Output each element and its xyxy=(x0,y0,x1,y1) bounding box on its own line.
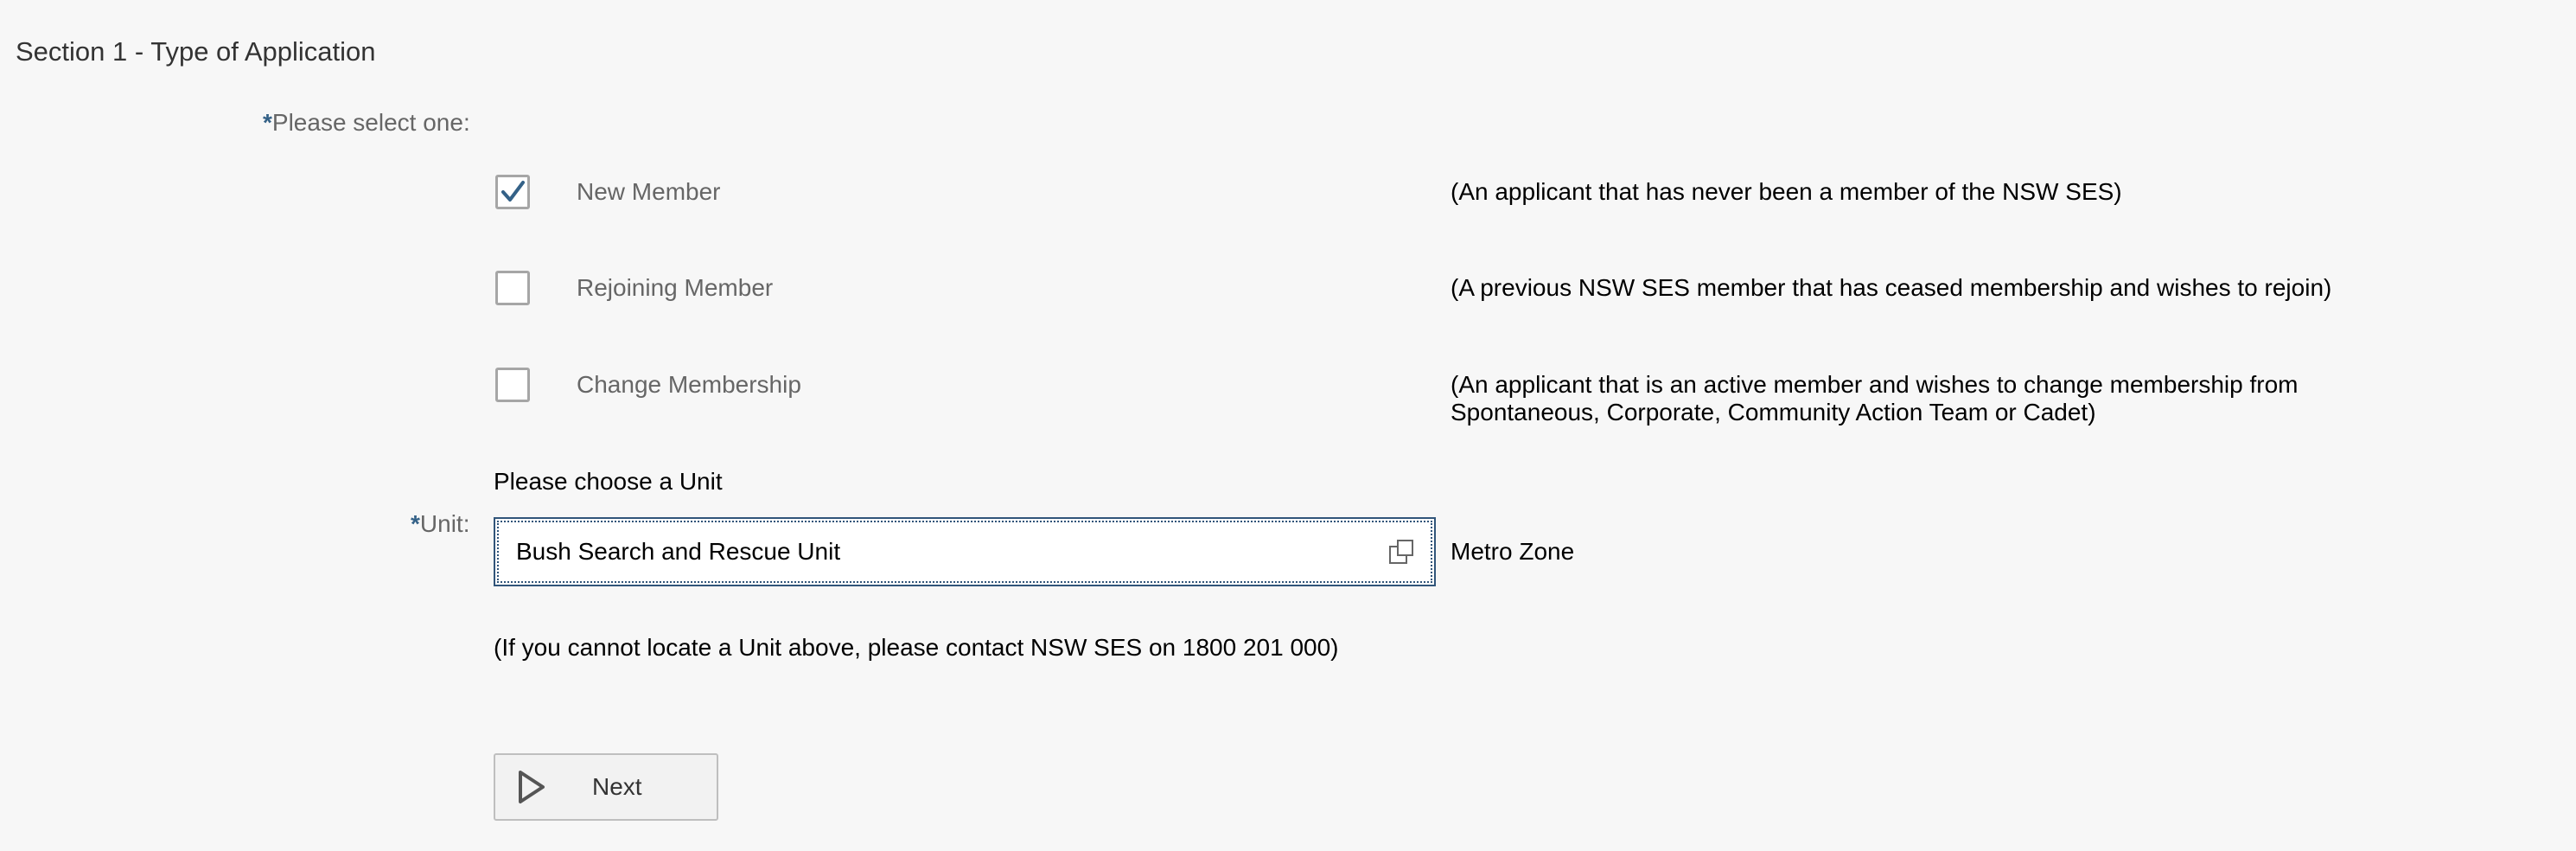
choose-unit-prompt: Please choose a Unit xyxy=(494,468,723,495)
option-label-change-membership[interactable]: Change Membership xyxy=(577,369,801,400)
unit-input[interactable] xyxy=(495,526,1380,578)
option-label-rejoining-member[interactable]: Rejoining Member xyxy=(577,272,773,304)
option-desc-change-membership: (An applicant that is an active member a… xyxy=(1451,371,2299,426)
unit-zone-text: Metro Zone xyxy=(1451,538,1575,565)
next-button[interactable]: Next xyxy=(494,753,718,821)
unit-field[interactable] xyxy=(494,517,1436,586)
value-help-icon[interactable] xyxy=(1380,531,1422,573)
option-label-new-member[interactable]: New Member xyxy=(577,176,720,208)
checkmark-icon xyxy=(501,181,525,202)
required-marker: * xyxy=(411,510,420,537)
unit-label-text: Unit: xyxy=(419,510,470,537)
option-desc-new-member: (An applicant that has never been a memb… xyxy=(1451,178,2122,205)
option-desc-rejoining-member: (A previous NSW SES member that has ceas… xyxy=(1451,274,2332,301)
select-one-text: Please select one: xyxy=(271,109,470,136)
select-one-label: *Please select one: xyxy=(263,107,470,138)
checkbox-rejoining-member[interactable] xyxy=(495,271,530,305)
value-help-icon xyxy=(1389,540,1413,564)
required-marker: * xyxy=(263,109,272,136)
checkbox-new-member[interactable] xyxy=(495,175,530,209)
checkbox-change-membership[interactable] xyxy=(495,368,530,402)
section-title: Section 1 - Type of Application xyxy=(16,36,376,67)
play-triangle-icon xyxy=(513,768,551,806)
unit-help-text: (If you cannot locate a Unit above, plea… xyxy=(494,634,1339,661)
next-button-label: Next xyxy=(592,773,642,800)
unit-label: *Unit: xyxy=(411,509,469,540)
